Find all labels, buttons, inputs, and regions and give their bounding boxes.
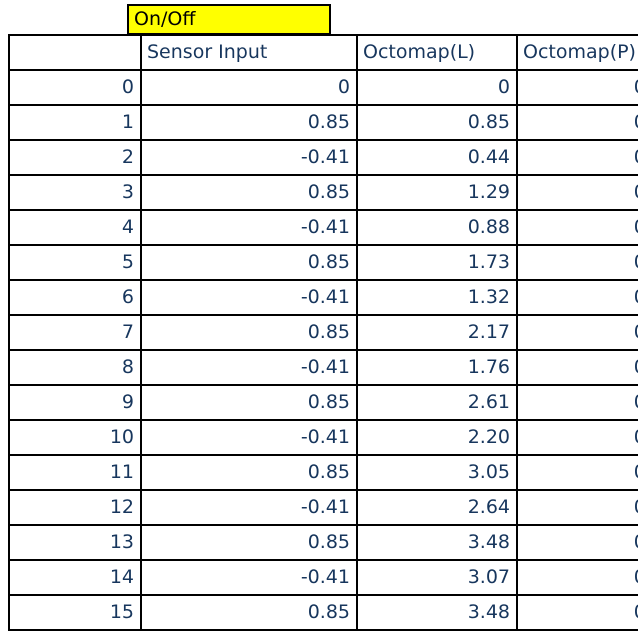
table-row: 30.851.290.78 xyxy=(8,174,638,211)
cell-octomap-l[interactable]: 2.61 xyxy=(356,384,518,421)
table-row: 90.852.610.93 xyxy=(8,384,638,421)
onoff-label: On/Off xyxy=(134,8,196,30)
table-row: 50.851.730.85 xyxy=(8,244,638,281)
cell-octomap-p[interactable]: 0.90 xyxy=(516,419,638,456)
cell-octomap-l[interactable]: 1.76 xyxy=(356,349,518,386)
cell-octomap-p[interactable]: 0.97 xyxy=(516,524,638,561)
cell-octomap-p[interactable]: 0.70 xyxy=(516,104,638,141)
cell-index[interactable]: 10 xyxy=(8,419,142,456)
column-header-octomap-p[interactable]: Octomap(P) xyxy=(516,34,638,71)
cell-sensor[interactable]: -0.41 xyxy=(140,559,358,596)
cell-index[interactable]: 0 xyxy=(8,69,142,106)
cell-index[interactable]: 6 xyxy=(8,279,142,316)
cell-index[interactable]: 1 xyxy=(8,104,142,141)
cell-octomap-p[interactable]: 0.93 xyxy=(516,384,638,421)
cell-index[interactable]: 2 xyxy=(8,139,142,176)
cell-sensor[interactable]: 0.85 xyxy=(140,454,358,491)
cell-octomap-p[interactable]: 0.50 xyxy=(516,69,638,106)
cell-index[interactable]: 4 xyxy=(8,209,142,246)
cell-sensor[interactable]: -0.41 xyxy=(140,139,358,176)
table-header: Sensor Input Octomap(L) Octomap(P) xyxy=(8,34,638,71)
onoff-banner-cell[interactable]: On/Off xyxy=(127,4,331,35)
cell-sensor[interactable]: 0.85 xyxy=(140,174,358,211)
cell-sensor[interactable]: 0.85 xyxy=(140,244,358,281)
cell-sensor[interactable]: 0.85 xyxy=(140,594,358,631)
cell-octomap-p[interactable]: 0.85 xyxy=(516,349,638,386)
cell-index[interactable]: 15 xyxy=(8,594,142,631)
table-row: 12-0.412.640.93 xyxy=(8,489,638,526)
column-header-octomap-l[interactable]: Octomap(L) xyxy=(356,34,518,71)
column-header-index[interactable] xyxy=(8,34,142,71)
cell-sensor[interactable]: 0.85 xyxy=(140,384,358,421)
cell-octomap-p[interactable]: 0.93 xyxy=(516,489,638,526)
table-row: 130.853.480.97 xyxy=(8,524,638,561)
cell-octomap-l[interactable]: 3.05 xyxy=(356,454,518,491)
cell-sensor[interactable]: 0 xyxy=(140,69,358,106)
cell-octomap-p[interactable]: 0.95 xyxy=(516,454,638,491)
cell-octomap-l[interactable]: 0.85 xyxy=(356,104,518,141)
table-row: 10.850.850.70 xyxy=(8,104,638,141)
cell-octomap-p[interactable]: 0.90 xyxy=(516,314,638,351)
cell-sensor[interactable]: -0.41 xyxy=(140,349,358,386)
cell-octomap-p[interactable]: 0.97 xyxy=(516,594,638,631)
header-row: Sensor Input Octomap(L) Octomap(P) xyxy=(8,34,638,71)
cell-octomap-l[interactable]: 0.88 xyxy=(356,209,518,246)
cell-index[interactable]: 9 xyxy=(8,384,142,421)
column-header-sensor[interactable]: Sensor Input xyxy=(140,34,358,71)
table-row: 0000.50 xyxy=(8,69,638,106)
cell-octomap-l[interactable]: 1.73 xyxy=(356,244,518,281)
cell-sensor[interactable]: 0.85 xyxy=(140,314,358,351)
cell-index[interactable]: 13 xyxy=(8,524,142,561)
cell-octomap-l[interactable]: 3.48 xyxy=(356,594,518,631)
cell-octomap-p[interactable]: 0.78 xyxy=(516,174,638,211)
cell-octomap-l[interactable]: 2.64 xyxy=(356,489,518,526)
data-table: Sensor Input Octomap(L) Octomap(P) 0000.… xyxy=(8,34,638,631)
cell-sensor[interactable]: 0.85 xyxy=(140,104,358,141)
cell-octomap-l[interactable]: 3.48 xyxy=(356,524,518,561)
table-body: 0000.5010.850.850.702-0.410.440.6130.851… xyxy=(8,69,638,631)
table-row: 150.853.480.97 xyxy=(8,594,638,631)
table-row: 2-0.410.440.61 xyxy=(8,139,638,176)
cell-octomap-l[interactable]: 1.29 xyxy=(356,174,518,211)
cell-index[interactable]: 7 xyxy=(8,314,142,351)
cell-octomap-p[interactable]: 0.71 xyxy=(516,209,638,246)
cell-octomap-p[interactable]: 0.79 xyxy=(516,279,638,316)
cell-octomap-l[interactable]: 0 xyxy=(356,69,518,106)
cell-index[interactable]: 12 xyxy=(8,489,142,526)
cell-sensor[interactable]: -0.41 xyxy=(140,279,358,316)
cell-octomap-l[interactable]: 3.07 xyxy=(356,559,518,596)
cell-index[interactable]: 5 xyxy=(8,244,142,281)
cell-index[interactable]: 11 xyxy=(8,454,142,491)
table-row: 70.852.170.90 xyxy=(8,314,638,351)
cell-index[interactable]: 8 xyxy=(8,349,142,386)
cell-octomap-l[interactable]: 2.17 xyxy=(356,314,518,351)
cell-sensor[interactable]: -0.41 xyxy=(140,209,358,246)
cell-index[interactable]: 14 xyxy=(8,559,142,596)
table-row: 6-0.411.320.79 xyxy=(8,279,638,316)
cell-index[interactable]: 3 xyxy=(8,174,142,211)
cell-octomap-p[interactable]: 0.85 xyxy=(516,244,638,281)
cell-octomap-l[interactable]: 0.44 xyxy=(356,139,518,176)
cell-octomap-l[interactable]: 2.20 xyxy=(356,419,518,456)
cell-sensor[interactable]: -0.41 xyxy=(140,419,358,456)
table-row: 14-0.413.070.96 xyxy=(8,559,638,596)
cell-octomap-l[interactable]: 1.32 xyxy=(356,279,518,316)
spreadsheet-sheet: On/Off Sensor Input Octomap(L) Octomap(P… xyxy=(0,0,638,635)
cell-sensor[interactable]: -0.41 xyxy=(140,489,358,526)
cell-sensor[interactable]: 0.85 xyxy=(140,524,358,561)
table-row: 8-0.411.760.85 xyxy=(8,349,638,386)
table-row: 110.853.050.95 xyxy=(8,454,638,491)
table-row: 4-0.410.880.71 xyxy=(8,209,638,246)
table-row: 10-0.412.200.90 xyxy=(8,419,638,456)
cell-octomap-p[interactable]: 0.96 xyxy=(516,559,638,596)
cell-octomap-p[interactable]: 0.61 xyxy=(516,139,638,176)
